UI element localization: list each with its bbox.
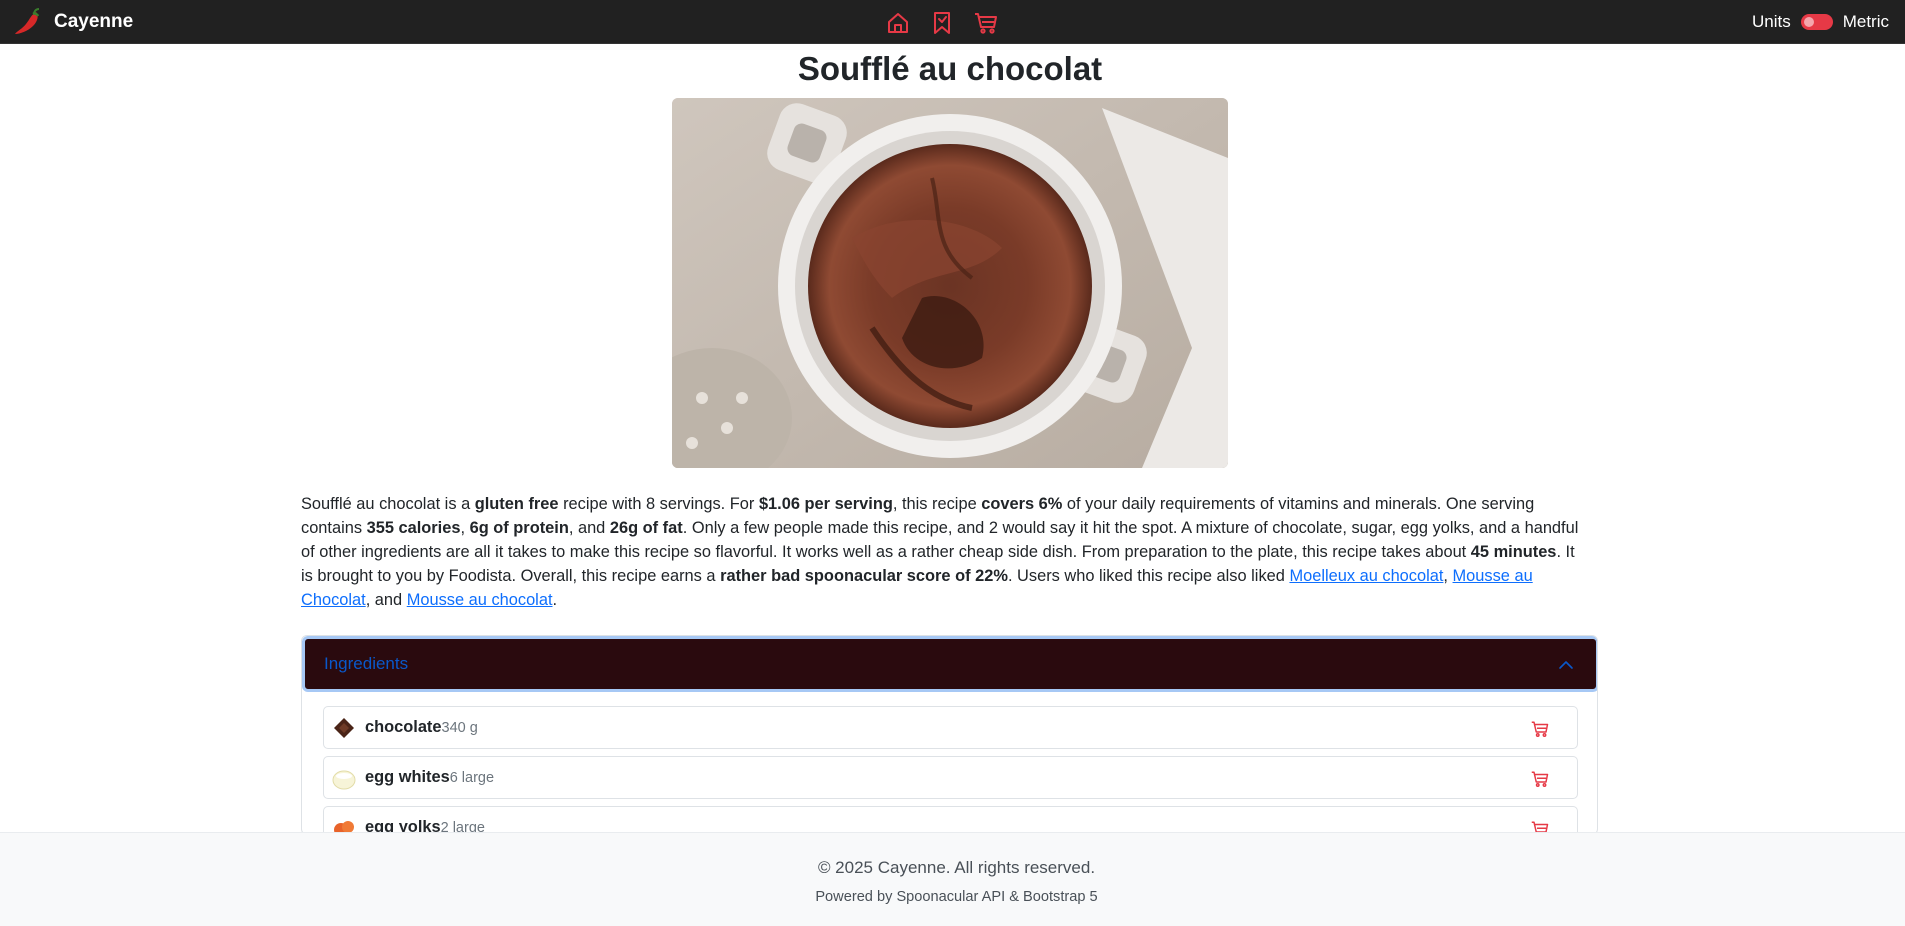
spoonacular-score: rather bad spoonacular score of 22% (720, 567, 1008, 585)
egg-whites-icon (331, 765, 357, 791)
ingredient-name: egg whites (365, 768, 450, 786)
ingredients-header-label: Ingredients (324, 654, 409, 673)
ingredient-row: chocolate 340 g (323, 706, 1578, 749)
cart-icon[interactable] (972, 9, 1000, 37)
units-label: Units (1751, 12, 1791, 31)
brand-name: Cayenne (54, 11, 134, 32)
units-toggle[interactable] (1800, 14, 1833, 30)
toggle-knob (1803, 17, 1814, 27)
gluten-free-tag: gluten free (474, 495, 559, 513)
ingredient-amount: 340 g (441, 719, 478, 736)
similar-recipe-link-1[interactable]: Moelleux au chocolat (1289, 567, 1443, 585)
ingredient-name: chocolate (365, 718, 442, 736)
add-to-cart-icon[interactable] (1531, 720, 1549, 743)
fat: 26g of fat (609, 519, 683, 537)
top-navbar: Cayenne Units Metric (0, 0, 1905, 44)
units-value: Metric (1842, 12, 1889, 31)
footer-powered-by: Powered by Spoonacular API & Bootstrap 5 (815, 889, 1098, 905)
nutrient-coverage: covers 6% (981, 495, 1063, 513)
nav-icon-group (884, 9, 1000, 37)
protein: 6g of protein (469, 519, 569, 537)
ingredients-accordion-header[interactable]: Ingredients (302, 636, 1597, 692)
add-to-cart-icon[interactable] (1531, 770, 1549, 793)
brand-link[interactable]: Cayenne (12, 6, 133, 38)
chocolate-icon (331, 715, 357, 741)
footer-copyright: © 2025 Cayenne. All rights reserved. (817, 858, 1096, 877)
chili-pepper-icon (12, 7, 42, 37)
ingredient-amount: 6 large (449, 769, 495, 786)
price-per-serving: $1.06 per serving (758, 495, 893, 513)
similar-recipe-link-3[interactable]: Mousse au chocolat (407, 591, 553, 609)
ingredient-row: egg yolks 2 large (323, 806, 1578, 834)
ingredients-accordion: Ingredients chocolate 340 g egg whites 6… (301, 635, 1598, 835)
units-switch-group: Units Metric (1752, 6, 1889, 38)
calories: 355 calories (366, 519, 461, 537)
chevron-up-icon (1558, 657, 1574, 678)
recipe-title: Soufflé au chocolat (797, 50, 1103, 87)
recipe-summary: Soufflé au chocolat is a gluten free rec… (301, 495, 1579, 609)
bookmark-icon[interactable] (928, 9, 956, 37)
recipe-photo (672, 98, 1228, 468)
home-icon[interactable] (884, 9, 912, 37)
page-footer: © 2025 Cayenne. All rights reserved. Pow… (0, 832, 1905, 926)
ingredient-row: egg whites 6 large (323, 756, 1578, 799)
prep-time: 45 minutes (1470, 543, 1557, 561)
